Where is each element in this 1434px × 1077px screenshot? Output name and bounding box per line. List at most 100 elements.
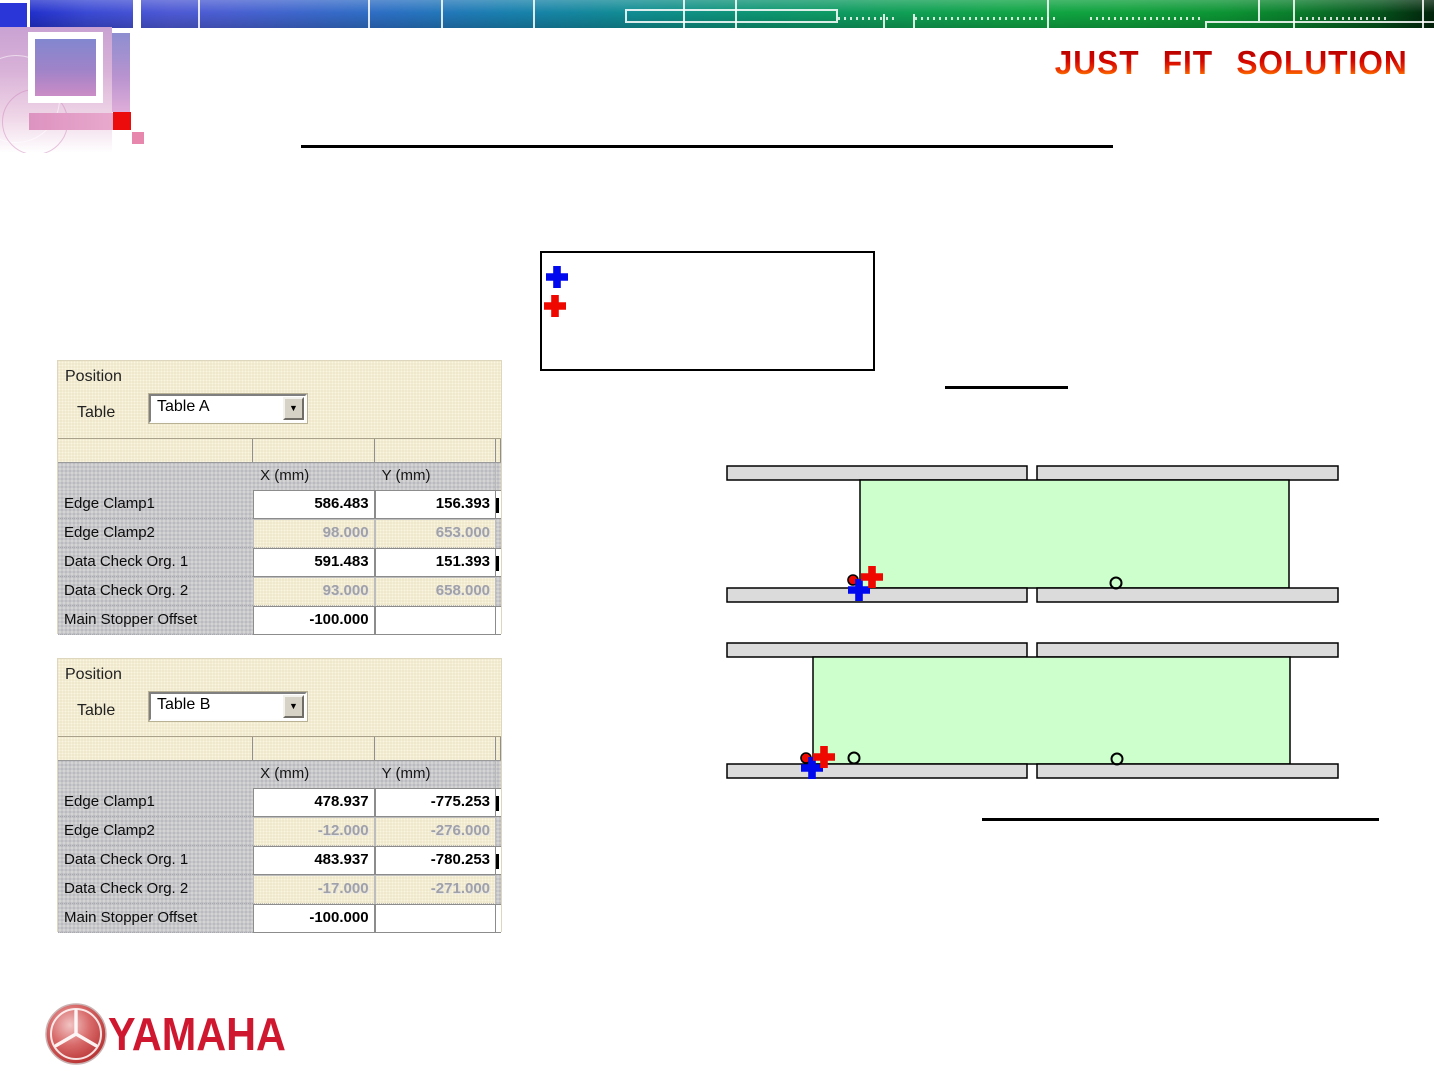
cropped-cell	[496, 519, 501, 548]
banner-gap	[133, 0, 141, 28]
cropped-cell	[496, 577, 501, 606]
table-select[interactable]: Table B ▼	[149, 692, 307, 721]
title-underline	[301, 145, 1113, 148]
cropped-cell	[496, 490, 501, 519]
yamaha-logo-text: YAMAHA	[108, 1008, 286, 1060]
deco-horizontal-bar	[29, 113, 113, 130]
table-select[interactable]: Table A ▼	[149, 394, 307, 423]
grid-header-row: X (mm) Y (mm)	[58, 462, 501, 490]
table-a-bottom-right-rail	[1036, 587, 1339, 603]
annotation-underline-bottom	[982, 818, 1379, 821]
table-row: Data Check Org. 1 591.483 151.393	[58, 548, 501, 577]
column-header-y: Y (mm)	[375, 463, 497, 490]
slide: JUST FIT SOLUTION Position Table Table A…	[0, 0, 1434, 1077]
table-row: Main Stopper Offset -100.000	[58, 904, 501, 933]
cell-edge-clamp2-x: -12.000	[253, 817, 375, 846]
row-label-data-check-org-2: Data Check Org. 2	[58, 577, 254, 606]
dropdown-arrow-icon[interactable]: ▼	[283, 397, 304, 420]
banner-grid-rect	[1205, 21, 1434, 28]
legend-markers	[544, 266, 568, 317]
table-row: Data Check Org. 2 -17.000 -271.000	[58, 875, 501, 904]
banner-gridline	[441, 0, 443, 28]
diagram-table-a	[726, 465, 1339, 603]
red-cross-icon	[544, 295, 566, 317]
row-label-data-check-org-2: Data Check Org. 2	[58, 875, 254, 904]
table-select-value: Table B	[157, 696, 211, 713]
brand-logo-text: JUST FIT SOLUTION	[1055, 44, 1408, 81]
cell-data-check-org1-y[interactable]: -780.253	[374, 846, 497, 875]
dropdown-arrow-icon[interactable]: ▼	[283, 695, 304, 718]
cell-main-stopper-offset-x[interactable]: -100.000	[253, 904, 375, 933]
banner-gridline	[533, 0, 535, 28]
row-label-main-stopper-offset: Main Stopper Offset	[58, 606, 254, 635]
panel-title: Position	[65, 368, 122, 385]
row-label-main-stopper-offset: Main Stopper Offset	[58, 904, 254, 933]
cell-edge-clamp2-y: 653.000	[374, 519, 497, 548]
cropped-cell	[496, 875, 501, 904]
row-label-edge-clamp2: Edge Clamp2	[58, 817, 254, 846]
banner-gridline	[1258, 0, 1260, 21]
cell-edge-clamp2-x: 98.000	[253, 519, 375, 548]
cell-edge-clamp2-y: -276.000	[374, 817, 497, 846]
cell-edge-clamp1-y[interactable]: 156.393	[374, 490, 497, 519]
table-b-board-area	[812, 656, 1291, 765]
yamaha-logo: YAMAHA	[44, 1002, 306, 1066]
cell-main-stopper-offset-y[interactable]	[374, 606, 497, 635]
column-header-x: X (mm)	[253, 761, 375, 788]
banner-ticks	[1090, 17, 1200, 20]
cell-main-stopper-offset-x[interactable]: -100.000	[253, 606, 375, 635]
table-b-top-right-rail	[1036, 642, 1339, 658]
annotation-underline-top	[945, 386, 1068, 389]
blue-cross-icon	[546, 266, 568, 288]
table-a-top-right-rail	[1036, 465, 1339, 481]
top-gradient-banner	[30, 0, 1434, 28]
grid-spacer-row	[58, 438, 501, 462]
diagram-table-b	[726, 642, 1339, 779]
cell-data-check-org1-y[interactable]: 151.393	[374, 548, 497, 577]
position-panel-table-b: Position Table Table B ▼ X (mm) Y (mm) E…	[57, 658, 502, 933]
table-row: Edge Clamp2 -12.000 -276.000	[58, 817, 501, 846]
table-b-bottom-left-rail	[726, 763, 1028, 779]
cropped-cell	[496, 904, 501, 933]
deco-pink-square	[132, 132, 144, 144]
table-a-bottom-left-rail	[726, 587, 1028, 603]
grid-spacer-row	[58, 736, 501, 760]
cell-edge-clamp1-y[interactable]: -775.253	[374, 788, 497, 817]
cell-edge-clamp1-x[interactable]: 478.937	[253, 788, 375, 817]
cell-data-check-org1-x[interactable]: 591.483	[253, 548, 375, 577]
banner-gridline	[1047, 0, 1049, 28]
row-label-data-check-org-1: Data Check Org. 1	[58, 548, 254, 577]
deco-framed-square	[28, 32, 103, 103]
banner-grid-rect	[625, 9, 838, 23]
cropped-cell	[496, 548, 501, 577]
column-header-x: X (mm)	[253, 463, 375, 490]
table-row: Main Stopper Offset -100.000	[58, 606, 501, 635]
cell-main-stopper-offset-y[interactable]	[374, 904, 497, 933]
row-label-edge-clamp1: Edge Clamp1	[58, 490, 254, 519]
banner-gridline	[368, 0, 370, 28]
table-a-top-left-rail	[726, 465, 1028, 481]
cell-data-check-org2-y: -271.000	[374, 875, 497, 904]
cell-data-check-org2-x: -17.000	[253, 875, 375, 904]
row-label-data-check-org-1: Data Check Org. 1	[58, 846, 254, 875]
cell-edge-clamp1-x[interactable]: 586.483	[253, 490, 375, 519]
panel-title: Position	[65, 666, 122, 683]
position-panel-table-a: Position Table Table A ▼ X (mm) Y (mm) E…	[57, 360, 502, 635]
table-row: Edge Clamp1 478.937 -775.253	[58, 788, 501, 817]
banner-ticks	[915, 17, 1055, 20]
deco-vertical-bar	[112, 33, 130, 112]
cropped-cell	[496, 606, 501, 635]
banner-ticks	[838, 17, 898, 20]
yamaha-emblem-icon	[45, 1003, 107, 1065]
column-header-y: Y (mm)	[375, 761, 497, 788]
table-field-label: Table	[77, 702, 116, 719]
cell-data-check-org2-x: 93.000	[253, 577, 375, 606]
banner-ticks	[1300, 17, 1390, 20]
table-select-value: Table A	[157, 398, 210, 415]
table-row: Data Check Org. 1 483.937 -780.253	[58, 846, 501, 875]
table-b-top-left-rail	[726, 642, 1028, 658]
cropped-cell	[496, 788, 501, 817]
table-row: Data Check Org. 2 93.000 658.000	[58, 577, 501, 606]
cell-data-check-org1-x[interactable]: 483.937	[253, 846, 375, 875]
banner-gridline	[198, 0, 200, 28]
